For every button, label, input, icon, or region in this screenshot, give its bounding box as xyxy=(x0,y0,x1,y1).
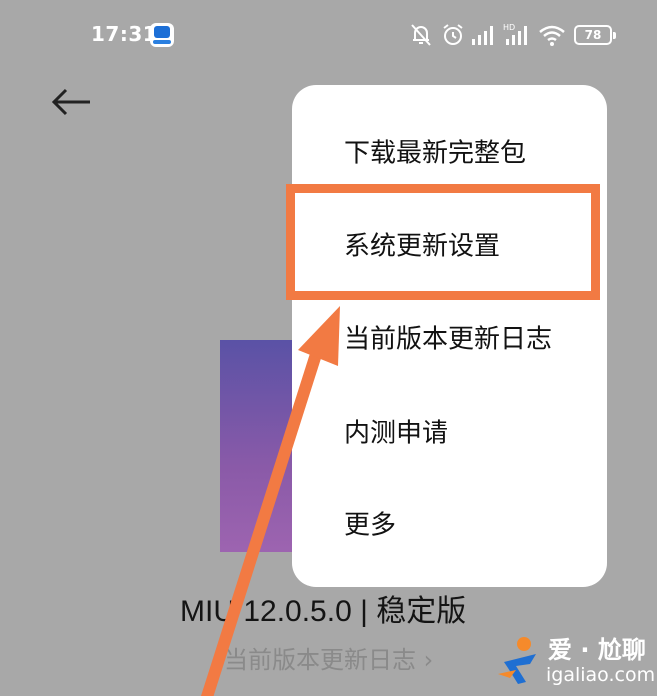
watermark-url: igaliao.com xyxy=(546,664,656,686)
watermark: 爱 · 尬聊 igaliao.com xyxy=(496,628,656,692)
watermark-logo-icon xyxy=(498,637,536,684)
watermark-text: 爱 · 尬聊 xyxy=(548,636,646,664)
pointer-arrow-icon xyxy=(200,306,340,696)
